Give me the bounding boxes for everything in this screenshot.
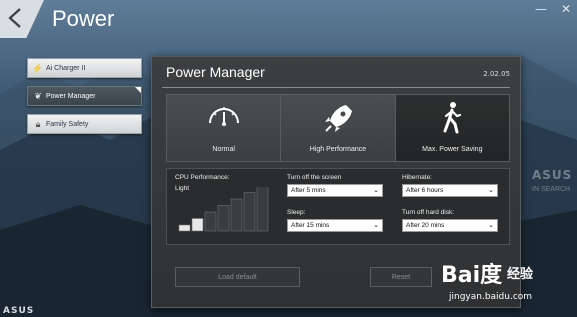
close-icon[interactable]: ✕: [561, 2, 571, 16]
hibernate-select[interactable]: After 6 hours ⌄: [402, 184, 498, 197]
sleep-select[interactable]: After 15 mins ⌄: [287, 219, 383, 232]
active-indicator: [135, 87, 141, 93]
title-bar: Power — ✕: [0, 0, 577, 42]
rocket-icon: [324, 105, 352, 132]
baidu-logo: Bai度: [441, 263, 503, 288]
cpu-level-bar: [243, 192, 256, 232]
app-title: Power: [52, 6, 115, 31]
cpu-performance-label: CPU Performance:: [175, 174, 230, 181]
window-controls: — ✕: [535, 2, 571, 16]
cpu-level-bar: [178, 224, 191, 232]
lightning-icon: ⚡: [32, 62, 44, 73]
chevron-down-icon: ⌄: [488, 222, 494, 229]
sidebar-item-label: Ai Charger II: [46, 64, 86, 72]
settings-area: CPU Performance: Light Turn off the scre…: [166, 168, 510, 245]
cpu-level-bar: [230, 198, 243, 232]
minimize-icon[interactable]: —: [535, 2, 547, 16]
asus-logo: ASUS: [3, 306, 35, 316]
reset-button[interactable]: Reset: [370, 267, 432, 287]
cpu-level-bar: [256, 187, 269, 232]
mode-max-power-saving[interactable]: Max. Power Saving: [395, 95, 509, 161]
cpu-level-bars: [178, 187, 269, 232]
screen-off-select[interactable]: After 5 mins ⌄: [287, 184, 383, 197]
sleep-label: Sleep:: [287, 209, 306, 216]
watermark-text: 经验: [507, 267, 534, 282]
sidebar-item-power-manager[interactable]: ❦ Power Manager: [27, 86, 142, 106]
hdd-off-label: Turn off hard disk:: [402, 209, 455, 216]
select-value: After 6 hours: [406, 187, 444, 194]
sidebar-item-label: Power Manager: [46, 92, 96, 100]
watermark-url: jingyan.baidu.com: [449, 292, 533, 302]
screen-off-label: Turn off the screen: [287, 174, 342, 181]
chevron-down-icon: ⌄: [373, 187, 379, 194]
select-value: After 20 mins: [406, 222, 445, 229]
back-button[interactable]: [0, 0, 44, 38]
asus-background-tagline: IN SEARCH: [532, 186, 571, 193]
divider: [162, 87, 510, 88]
panel-title: Power Manager: [166, 64, 265, 80]
leaf-icon: ❦: [34, 90, 42, 101]
power-mode-selector: Normal High Performance Max. Power Savin…: [166, 94, 510, 162]
sidebar-item-label: Family Safety: [46, 120, 89, 128]
mode-normal[interactable]: Normal: [167, 95, 282, 161]
version-label: 2.02.05: [483, 70, 510, 78]
mode-label: Normal: [212, 146, 235, 153]
asus-background-logo: ASUS: [532, 168, 573, 182]
cpu-level-bar: [191, 218, 204, 232]
baidu-watermark: Bai度 经验 jingyan.baidu.com: [441, 255, 571, 311]
mode-high-performance[interactable]: High Performance: [281, 95, 396, 161]
chevron-down-icon: ⌄: [488, 187, 494, 194]
cpu-level-bar: [217, 205, 230, 232]
sidebar-item-ai-charger[interactable]: ⚡ Ai Charger II: [27, 58, 142, 78]
select-value: After 5 mins: [291, 187, 326, 194]
speedometer-icon: [208, 107, 239, 126]
cpu-level-bar: [204, 211, 217, 232]
walking-person-icon: [443, 102, 462, 134]
chevron-down-icon: ⌄: [373, 222, 379, 229]
select-value: After 15 mins: [291, 222, 330, 229]
hibernate-label: Hibernate:: [402, 174, 432, 181]
lock-icon: 🔒︎: [35, 118, 41, 129]
load-default-button[interactable]: Load default: [175, 267, 300, 287]
hdd-off-select[interactable]: After 20 mins ⌄: [402, 219, 498, 232]
mode-label: High Performance: [309, 146, 367, 153]
sidebar-item-family-safety[interactable]: 🔒︎ Family Safety: [27, 114, 142, 134]
back-arrow-icon: [8, 8, 21, 28]
mode-label: Max. Power Saving: [422, 146, 483, 153]
